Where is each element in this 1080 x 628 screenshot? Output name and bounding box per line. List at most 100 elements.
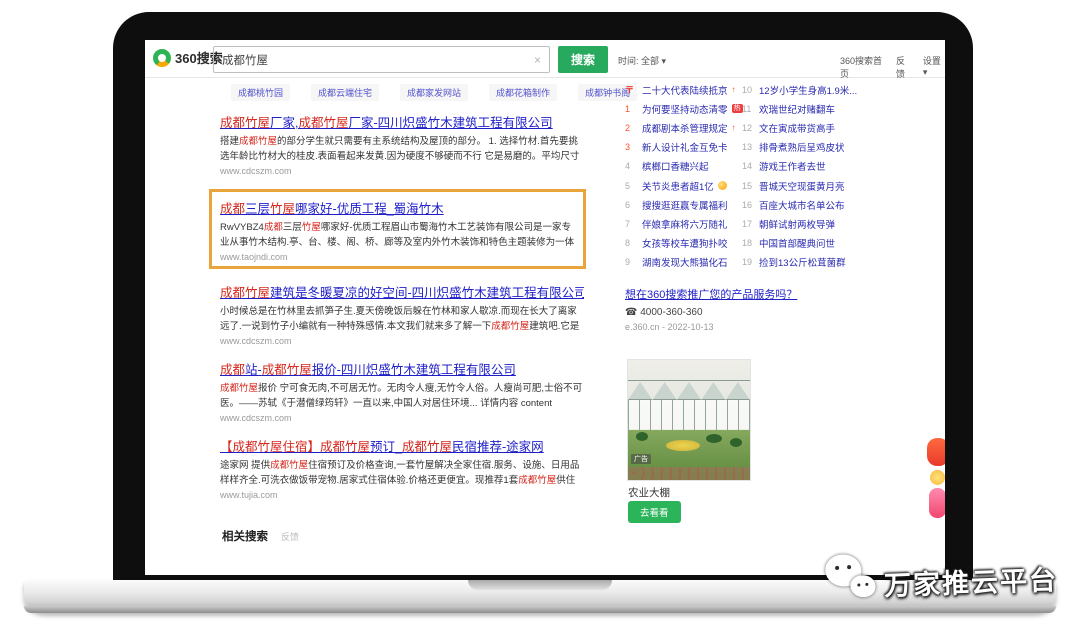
search-box[interactable]: × [213,46,550,73]
hot-item: 12 文在寅成带货高手 [742,118,894,137]
related-tag[interactable]: 成都花箱制作 [489,84,557,101]
hot-item-link[interactable]: 游戏王作者去世 [759,159,826,173]
hot-item-link[interactable]: 新人设计礼金互免卡 [642,140,728,154]
results-list: 成都竹屋厂家,成都竹屋厂家-四川炽盛竹木建筑工程有限公司 搭建成都竹屋的部分学生… [220,112,584,513]
header-nav: 360搜索首页 反馈 设置 ▾ [840,54,945,80]
result-url: www.cdcszm.com [220,336,584,346]
nav-settings-dropdown[interactable]: 设置 ▾ [923,54,945,80]
rank-number: 4 [625,161,638,171]
garden-path [628,467,750,480]
related-feedback-link[interactable]: 反馈 [281,530,299,543]
hot-item: 16 百座大城市名单公布 [742,195,894,214]
result-title-link[interactable]: 成都竹屋建筑是冬暖夏凉的好空间-四川炽盛竹木建筑工程有限公司 [220,282,584,301]
floating-ad-widget[interactable] [929,488,945,518]
result-snippet: 成都竹屋报价 宁可食无肉,不可居无竹。无肉令人瘦,无竹令人俗。人瘦尚可肥,士俗不… [220,381,584,411]
hot-item-link[interactable]: 关节炎患者超1亿 [642,179,714,193]
rank-number: 1 [625,104,638,114]
hot-item: 4 槟榔口香糖兴起 [625,157,743,176]
hot-item-link[interactable]: 女孩等校车遭狗扑咬 [642,236,728,250]
related-tag[interactable]: 成都云端住宅 [311,84,379,101]
watermark: 万家推云平台 [824,552,1058,608]
hot-item: 11 欢瑞世纪对赌翻车 [742,99,894,118]
result-snippet: RwVYBZ4成都三层竹屋哪家好-优质工程眉山市蜀海竹木工艺装饰有限公司是一家专… [220,220,575,250]
clear-search-icon[interactable]: × [526,53,549,67]
go-see-button[interactable]: 去看看 [628,501,681,523]
hot-item: 14 游戏王作者去世 [742,157,894,176]
up-arrow-icon: ↑ [732,123,736,132]
phone-icon: ☎ [625,307,637,318]
hot-item-link[interactable]: 湖南发现大熊猫化石 [642,255,728,269]
hot-item-link[interactable]: 伴娘拿麻将六万随礼 [642,217,728,231]
laptop-screen: 360搜索 × 搜索 时间: 全部 ▾ 360搜索首页 反馈 设置 ▾ 成都桃竹… [145,40,945,575]
rank-number: 11 [742,104,755,114]
promo-phone: ☎ 4000-360-360 [625,307,703,318]
hot-item-link[interactable]: 朝鲜试射两枚导弹 [759,217,835,231]
result-title-link[interactable]: 成都站-成都竹屋报价-四川炽盛竹木建筑工程有限公司 [220,359,584,378]
nav-home-link[interactable]: 360搜索首页 [840,54,885,80]
rank-number: 18 [742,238,755,248]
hot-item-link[interactable]: 百座大城市名单公布 [759,198,845,212]
search-result: 成都竹屋建筑是冬暖夏凉的好空间-四川炽盛竹木建筑工程有限公司 小时候总是在竹林里… [220,282,584,346]
rank-number: 10 [742,85,755,95]
hot-item-link[interactable]: 排骨煮熟后呈鸡皮状 [759,140,845,154]
hot-item-link[interactable]: 搜搜逛逛赢专属福利 [642,198,728,212]
result-url: www.cdcszm.com [220,413,584,423]
search-input[interactable] [214,54,526,66]
hot-item: 7伴娘拿麻将六万随礼 [625,214,743,233]
hot-item-link[interactable]: 为何要坚持动态清零 [642,102,728,116]
hot-item-link[interactable]: 中国首部醒典问世 [759,236,835,250]
rank-number: 12 [742,123,755,133]
result-title-link[interactable]: 成都竹屋厂家,成都竹屋厂家-四川炽盛竹木建筑工程有限公司 [220,112,584,131]
360-logo-icon [153,49,171,67]
result-snippet: 小时候总是在竹林里去抓笋子生.夏天傍晚饭后躲在竹林和家人歇凉.而现在长大了离家远… [220,304,584,334]
wechat-icon [822,550,880,610]
hot-item: 13排骨煮熟后呈鸡皮状 [742,138,894,157]
nav-feedback-link[interactable]: 反馈 [896,54,912,80]
search-button[interactable]: 搜索 [558,46,608,73]
related-tag[interactable]: 成都家发网站 [400,84,468,101]
hot-item: 6搜搜逛逛赢专属福利 [625,195,743,214]
result-url: www.cdcszm.com [220,166,584,176]
result-title-link[interactable]: 成都三层竹屋哪家好-优质工程_蜀海竹木 [220,198,575,217]
hot-item-link[interactable]: 欢瑞世纪对赌翻车 [759,102,835,116]
greenhouse-beam [628,380,750,381]
result-title-link[interactable]: 【成都竹屋住宿】成都竹屋预订_成都竹屋民宿推荐-途家网 [220,436,584,455]
result-snippet: 途家网 提供成都竹屋住宿预订及价格查询,一套竹屋解决全家住宿.服务、设施、日用品… [220,458,584,488]
bush [706,434,722,443]
phone-number: 4000-360-360 [640,307,702,318]
search-header: 360搜索 × 搜索 时间: 全部 ▾ 360搜索首页 反馈 设置 ▾ [145,40,945,78]
hot-item-link[interactable]: 二十大代表陆续抵京 [642,83,728,97]
promote-link[interactable]: 想在360搜索推广您的产品服务吗？ [625,286,797,302]
time-filter-dropdown[interactable]: 时间: 全部 ▾ [618,54,666,67]
ad-label: 广告 [631,454,651,464]
pin-icon: 〒 [625,83,638,96]
rank-number: 14 [742,161,755,171]
hot-item-link[interactable]: 槟榔口香糖兴起 [642,159,709,173]
floating-ad-widget[interactable] [927,438,945,466]
rank-number: 5 [625,181,638,191]
hot-column-left: 〒二十大代表陆续抵京↑ 1为何要坚持动态清零热 2成都剧本杀管理规定↑ 3新人设… [625,80,743,272]
ad-image-greenhouse[interactable]: 广告 [628,360,750,480]
watermark-label: 万家推云平台 [883,557,1058,602]
bush [636,432,648,441]
hot-item-link[interactable]: 晋城天空现蛋黄月亮 [759,179,845,193]
hot-item-link[interactable]: 文在寅成带货高手 [759,121,835,135]
hot-item-link[interactable]: 成都剧本杀管理规定 [642,121,728,135]
rank-number: 16 [742,200,755,210]
hot-item: 3 新人设计礼金互免卡 [625,138,743,157]
search-result: 成都竹屋厂家,成都竹屋厂家-四川炽盛竹木建筑工程有限公司 搭建成都竹屋的部分学生… [220,112,584,176]
rank-number: 19 [742,257,755,267]
rank-number: 15 [742,181,755,191]
hot-item-link[interactable]: 捡到13公斤松茸菌群 [759,255,846,269]
related-tag[interactable]: 成都桃竹园 [231,84,290,101]
greenhouse-roofs [628,382,750,400]
rank-number: 3 [625,142,638,152]
laptop-notch [468,580,612,590]
page: 360搜索 × 搜索 时间: 全部 ▾ 360搜索首页 反馈 设置 ▾ 成都桃竹… [0,0,1080,628]
related-tags: 成都桃竹园 成都云端住宅 成都家发网站 成都花箱制作 成都钟书阁 [231,84,637,101]
hot-item-link[interactable]: 12岁小学生身高1.9米... [759,83,857,97]
result-snippet: 搭建成都竹屋的部分学生就只需要有主系统结构及屋顶的部分。 1. 选择竹材.首先要… [220,134,584,164]
result-url: www.tujia.com [220,490,584,500]
floating-ad-widget[interactable] [930,470,945,485]
hot-item: 18 中国首部醒典问世 [742,234,894,253]
